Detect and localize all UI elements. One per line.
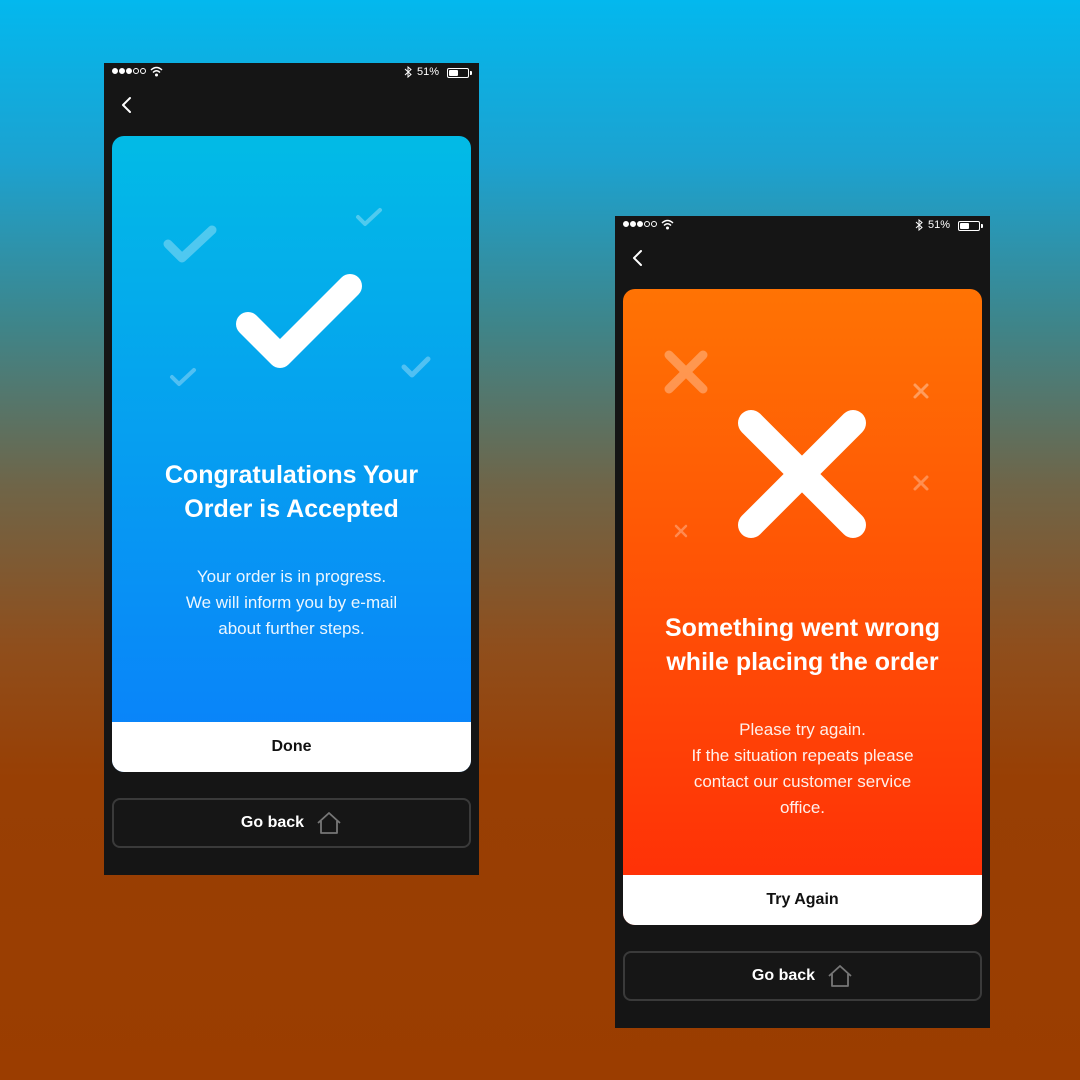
done-button[interactable]: Done: [112, 722, 471, 772]
home-icon: [317, 812, 341, 834]
home-icon: [828, 965, 852, 987]
battery-icon: [958, 221, 980, 231]
decorative-checkmark-icon: [356, 208, 382, 226]
close-x-icon: [738, 410, 866, 538]
go-back-button[interactable]: Go back: [112, 798, 471, 848]
signal-strength-icon: [623, 221, 657, 227]
go-back-label: Go back: [240, 814, 305, 831]
go-back-button[interactable]: Go back: [623, 951, 982, 1001]
decorative-close-x-icon: [664, 350, 708, 394]
card-message: Your order is in progress. We will infor…: [185, 567, 398, 638]
checkmark-icon: [236, 274, 362, 368]
go-back-label: Go back: [751, 967, 816, 984]
try-again-button[interactable]: Try Again: [623, 875, 982, 925]
decorative-checkmark-icon: [401, 356, 431, 378]
order-error-card: Something went wrong while placing the o…: [623, 289, 982, 925]
battery-percentage: 51%: [417, 66, 440, 78]
status-bar: 51%: [615, 216, 990, 236]
battery-percentage: 51%: [928, 219, 951, 231]
decorative-close-x-icon: [913, 383, 929, 399]
wifi-icon: [661, 219, 674, 230]
signal-strength-icon: [112, 68, 146, 74]
success-screen: 51% Congratulations Your Order is Accept…: [104, 63, 479, 875]
decorative-close-x-icon: [913, 475, 929, 491]
decorative-checkmark-icon: [170, 368, 196, 386]
order-accepted-card: Congratulations Your Order is Accepted Y…: [112, 136, 471, 772]
bluetooth-icon: [915, 219, 923, 231]
bluetooth-icon: [404, 66, 412, 78]
card-title: Something went wrong while placing the o…: [665, 614, 940, 676]
status-bar: 51%: [104, 63, 479, 83]
decorative-checkmark-icon: [163, 225, 217, 263]
back-chevron-icon[interactable]: [116, 93, 140, 117]
decorative-close-x-icon: [674, 524, 688, 538]
card-message: Please try again. If the situation repea…: [691, 720, 914, 817]
card-title: Congratulations Your Order is Accepted: [164, 461, 419, 523]
back-chevron-icon[interactable]: [627, 246, 651, 270]
error-screen: 51% Something went wrong while placing t…: [615, 216, 990, 1028]
battery-icon: [447, 68, 469, 78]
wifi-icon: [150, 66, 163, 77]
